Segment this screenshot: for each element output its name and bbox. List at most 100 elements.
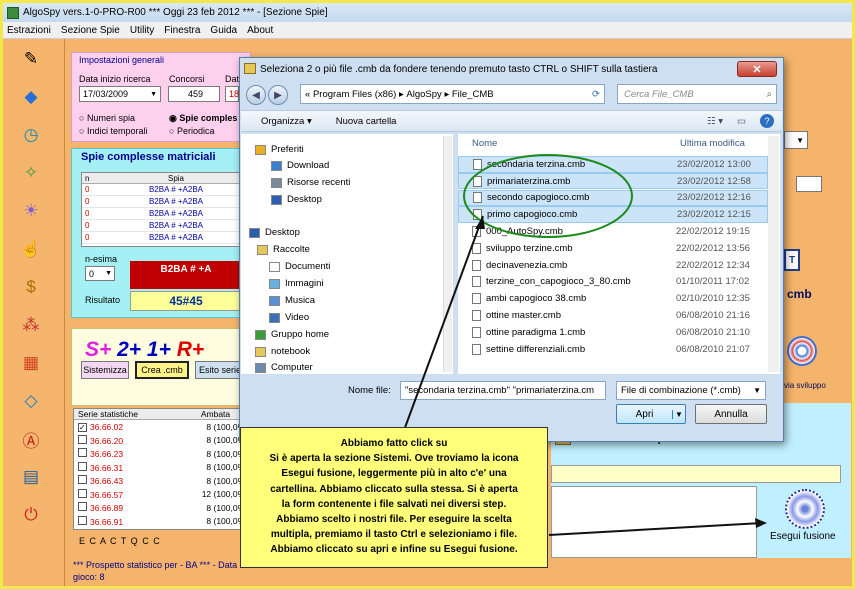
filetype-select[interactable]: File di combinazione (*.cmb) ▼: [616, 381, 766, 400]
apri-button[interactable]: Apri ▼: [616, 404, 686, 424]
menu-about[interactable]: About: [247, 25, 273, 36]
nav-item[interactable]: Immagini: [269, 278, 324, 289]
date-input[interactable]: 17/03/2009 ▼: [79, 86, 161, 102]
matrix-row[interactable]: 0 B2BA # +A2BA: [82, 208, 240, 220]
esegui-fusione-label[interactable]: Esegui fusione: [770, 531, 836, 542]
radio-numeri-spia[interactable]: ○ Numeri spia: [79, 113, 135, 123]
matrix-row[interactable]: 0 B2BA # +A2BA: [82, 232, 240, 244]
chevron-down-icon[interactable]: ▼: [672, 409, 685, 419]
matrix-row[interactable]: 0 B2BA # +A2BA: [82, 220, 240, 232]
radio-indici-temporali[interactable]: ○ Indici temporali: [79, 126, 147, 136]
hand-icon[interactable]: ☝: [19, 237, 43, 261]
nav-item[interactable]: Musica: [269, 295, 315, 306]
file-row[interactable]: terzine_con_capogioco_3_80.cmb 01/10/2011…: [458, 274, 768, 291]
nav-scrollbar[interactable]: [443, 136, 452, 372]
esito-serie-button[interactable]: Esito serie: [195, 361, 245, 379]
radio-spie-complesse[interactable]: ◉ Spie comples: [169, 113, 237, 124]
stats-row[interactable]: ✓ 36.66.02 8 (100,0%): [74, 420, 252, 434]
view-icon[interactable]: ☷ ▾: [707, 116, 723, 127]
file-row[interactable]: settine differenziali.cmb 06/08/2010 21:0…: [458, 341, 768, 358]
organizza-button[interactable]: Organizza ▾: [261, 116, 312, 127]
nav-item[interactable]: Risorse recenti: [271, 177, 350, 188]
path-part-1[interactable]: Program Files (x86): [313, 89, 396, 100]
nav-item[interactable]: Video: [269, 312, 309, 323]
a-icon[interactable]: Ⓐ: [19, 427, 43, 451]
stats-row[interactable]: 36.66.89 8 (100,0%): [74, 501, 252, 515]
menu-finestra[interactable]: Finestra: [164, 25, 200, 36]
file-list[interactable]: Nome Ultima modifica secondaria terzina.…: [457, 134, 780, 374]
stats-table[interactable]: Serie statistiche Ambata ✓ 36.66.02 8 (100…: [73, 408, 253, 530]
nuova-cartella-button[interactable]: Nuova cartella: [336, 116, 397, 127]
nav-item[interactable]: notebook: [255, 346, 310, 357]
search-input[interactable]: Cerca File_CMB ⌕: [617, 84, 777, 104]
preview-pane-icon[interactable]: ▭: [737, 116, 746, 127]
fusion-path-input[interactable]: [551, 465, 841, 483]
file-row[interactable]: ottine master.cmb 06/08/2010 21:16: [458, 307, 768, 324]
checkbox[interactable]: [78, 448, 87, 458]
nav-item[interactable]: Desktop: [271, 194, 322, 205]
dat-input[interactable]: 18: [225, 86, 239, 102]
power-icon[interactable]: ⏻: [19, 503, 43, 527]
stats-row[interactable]: 36.66.91 8 (100,0%): [74, 515, 252, 529]
pencil-icon[interactable]: ✎: [19, 47, 43, 71]
calendar-icon[interactable]: ▦: [19, 351, 43, 375]
file-row[interactable]: sviluppo terzine.cmb 22/02/2012 13:56: [458, 240, 768, 257]
stats-row[interactable]: 36.66.31 8 (100,0%): [74, 461, 252, 475]
matrix-row[interactable]: 0 B2BA # +A2BA: [82, 196, 240, 208]
menu-sezione-spie[interactable]: Sezione Spie: [61, 25, 120, 36]
esegui-fusione-icon[interactable]: [785, 489, 825, 529]
filename-input[interactable]: "secondaria terzina.cmb" "primariaterzin…: [400, 381, 606, 400]
notebook-icon[interactable]: ▤: [19, 465, 43, 489]
file-row[interactable]: ambi capogioco 38.cmb 02/10/2010 12:35: [458, 290, 768, 307]
crea-cmb-button[interactable]: Crea .cmb: [135, 361, 189, 379]
matrix-row[interactable]: 0 B2BA # +A2BA: [82, 184, 240, 196]
concorsi-input[interactable]: 459: [168, 86, 220, 102]
fusion-list[interactable]: [551, 486, 757, 558]
file-row[interactable]: decinavenezia.cmb 22/02/2012 12:34: [458, 257, 768, 274]
file-row[interactable]: secondaria terzina.cmb 23/02/2012 13:00: [458, 156, 768, 173]
address-bar[interactable]: « Program Files (x86) ▸ AlgoSpy ▸ File_C…: [300, 84, 605, 104]
checkbox[interactable]: [78, 434, 87, 444]
help-icon[interactable]: ?: [760, 114, 774, 128]
diamond-icon[interactable]: ◇: [19, 389, 43, 413]
cmb-file-icon[interactable]: T: [784, 249, 800, 271]
tag-icon[interactable]: ✧: [19, 161, 43, 185]
checkbox[interactable]: [78, 502, 87, 512]
right-input[interactable]: [796, 176, 822, 192]
col-ultima-modifica[interactable]: Ultima modifica: [680, 138, 745, 149]
stats-row[interactable]: 36.66.23 8 (100,0%): [74, 447, 252, 461]
stats-radio-group[interactable]: E C A C T Q C C: [79, 536, 161, 546]
file-row[interactable]: primariaterzina.cmb 23/02/2012 12:58: [458, 172, 768, 190]
file-scrollbar[interactable]: [768, 136, 779, 372]
stats-row[interactable]: 36.66.57 12 (100,0%): [74, 488, 252, 502]
menu-guida[interactable]: Guida: [210, 25, 237, 36]
forward-icon[interactable]: ▶: [268, 85, 288, 105]
stats-row[interactable]: 36.66.20 8 (100,0%): [74, 434, 252, 448]
nav-item[interactable]: Computer: [255, 362, 313, 373]
checkbox[interactable]: [78, 488, 87, 498]
menu-utility[interactable]: Utility: [130, 25, 154, 36]
checkbox[interactable]: [78, 515, 87, 525]
nav-item[interactable]: Download: [271, 160, 329, 171]
checkbox[interactable]: ✓: [78, 422, 87, 432]
book-icon[interactable]: ◆: [19, 85, 43, 109]
refresh-icon[interactable]: ⟳: [592, 89, 604, 100]
stats-row[interactable]: 36.66.43 8 (100,0%): [74, 474, 252, 488]
nesima-select[interactable]: 0 ▼: [85, 266, 115, 281]
nav-item[interactable]: Desktop: [249, 227, 300, 238]
checkbox[interactable]: [78, 475, 87, 485]
bulb-icon[interactable]: ☀: [19, 199, 43, 223]
file-row[interactable]: ottine paradigma 1.cmb 06/08/2010 21:10: [458, 324, 768, 341]
nav-item[interactable]: Preferiti: [255, 144, 304, 155]
matrix-grid[interactable]: n Spia 0 B2BA # +A2BA 0 B2BA # +A2BA 0 B2BA #…: [81, 172, 241, 247]
clock-icon[interactable]: ◷: [19, 123, 43, 147]
file-row[interactable]: secondo capogioco.cmb 23/02/2012 12:16: [458, 189, 768, 207]
back-icon[interactable]: ◀: [246, 85, 266, 105]
nav-item[interactable]: Documenti: [269, 261, 330, 272]
checkbox[interactable]: [78, 461, 87, 471]
col-nome[interactable]: Nome: [472, 138, 497, 149]
dollar-icon[interactable]: $: [19, 275, 43, 299]
target-icon[interactable]: [787, 336, 817, 366]
annulla-button[interactable]: Annulla: [695, 404, 767, 424]
menu-estrazioni[interactable]: Estrazioni: [7, 25, 51, 36]
